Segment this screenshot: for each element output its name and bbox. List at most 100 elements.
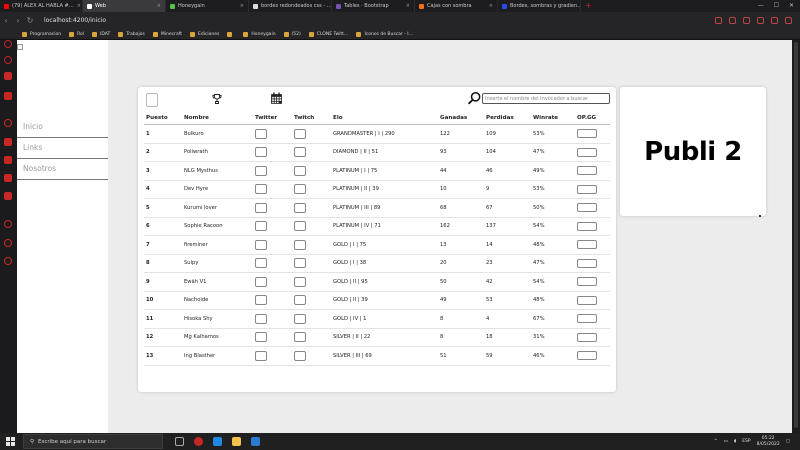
twitch-button[interactable]	[294, 295, 306, 306]
chevron-up-icon[interactable]: ^	[714, 439, 718, 444]
ad-banner[interactable]: Publi 2	[620, 87, 766, 217]
bookmark-item[interactable]: Minecraft	[152, 31, 182, 37]
vscode-icon[interactable]	[251, 437, 260, 446]
reload-icon[interactable]: ↻	[24, 16, 36, 25]
bookmark-item[interactable]: Rol	[69, 31, 84, 37]
back-icon[interactable]: ‹	[0, 16, 12, 25]
opgg-button[interactable]	[577, 147, 597, 157]
twitch-button[interactable]	[294, 276, 306, 287]
forward-icon[interactable]: ›	[12, 16, 24, 25]
tab-close-icon[interactable]: ×	[240, 3, 244, 9]
tab-close-icon[interactable]: ×	[77, 3, 81, 9]
twitter-button[interactable]	[255, 239, 267, 250]
task-view-icon[interactable]	[175, 437, 184, 446]
browser-tab[interactable]: Web ×	[83, 0, 166, 12]
close-icon[interactable]: ✕	[789, 0, 794, 12]
store-icon[interactable]	[213, 437, 222, 446]
opera-gx-icon[interactable]	[194, 437, 203, 446]
twitch-button[interactable]	[294, 221, 306, 232]
volume-icon[interactable]: ◖	[734, 439, 736, 444]
twitter-button[interactable]	[255, 128, 267, 139]
url-field[interactable]: localhost:4200/inicio	[44, 17, 106, 24]
tab-close-icon[interactable]: ×	[489, 3, 493, 9]
twitch-button[interactable]	[294, 202, 306, 213]
twitch-button[interactable]	[294, 350, 306, 361]
opgg-button[interactable]	[577, 221, 597, 231]
twitter-button[interactable]	[255, 313, 267, 324]
twitch-button[interactable]	[294, 332, 306, 343]
trophy-icon[interactable]	[211, 93, 223, 105]
extensions-icon[interactable]	[757, 17, 764, 24]
opgg-button[interactable]	[577, 314, 597, 324]
browser-tab[interactable]: (79) ALEX AL HABLA #… ×	[0, 0, 83, 12]
opgg-button[interactable]	[577, 351, 597, 361]
twitter-button[interactable]	[255, 202, 267, 213]
twitter-button[interactable]	[255, 332, 267, 343]
opgg-button[interactable]	[577, 203, 597, 213]
history-icon[interactable]	[4, 220, 12, 228]
browser-tab[interactable]: Tables · Bootstrap ×	[332, 0, 415, 12]
opgg-button[interactable]	[577, 277, 597, 287]
twitter-button[interactable]	[255, 221, 267, 232]
clock[interactable]: 05:22 8/05/2022	[757, 436, 780, 447]
whatsapp-icon[interactable]	[4, 138, 12, 146]
file-explorer-icon[interactable]	[232, 437, 241, 446]
new-tab-button[interactable]: +	[581, 0, 596, 12]
language-indicator[interactable]: ESP	[742, 439, 750, 444]
opgg-button[interactable]	[577, 332, 597, 342]
bookmark-item[interactable]: Programacion	[22, 31, 61, 37]
bookmark-item[interactable]: CLONE Twitt…	[308, 31, 348, 37]
maximize-icon[interactable]: ☐	[774, 0, 779, 12]
nav-link-inicio[interactable]: Inicio	[17, 117, 108, 138]
twitch-button[interactable]	[294, 128, 306, 139]
summoner-search-input[interactable]	[482, 93, 610, 104]
browser-tab[interactable]: Bordes, sombras y gradien…×	[498, 0, 581, 12]
tab-close-icon[interactable]: ×	[157, 3, 161, 9]
opgg-button[interactable]	[577, 240, 597, 250]
heart-icon[interactable]	[729, 17, 736, 24]
settings-icon[interactable]	[4, 257, 12, 265]
twitter-button[interactable]	[255, 276, 267, 287]
header-checkbox[interactable]	[146, 93, 158, 107]
opgg-button[interactable]	[577, 166, 597, 176]
twitch-button[interactable]	[294, 184, 306, 195]
taskbar-search[interactable]: ⚲ Escribe aquí para buscar	[23, 434, 163, 449]
opgg-button[interactable]	[577, 258, 597, 268]
browser-tab[interactable]: Honeygain ×	[166, 0, 249, 12]
bookmark-item[interactable]: Trabajos	[118, 31, 145, 37]
search-icon[interactable]	[468, 91, 482, 105]
bookmark-item[interactable]: (52)	[283, 31, 301, 37]
opgg-button[interactable]	[577, 184, 597, 194]
tab-close-icon[interactable]: ×	[406, 3, 410, 9]
instagram-icon[interactable]	[4, 156, 12, 164]
opgg-button[interactable]	[577, 295, 597, 305]
star-icon[interactable]	[4, 56, 12, 64]
twitter-button[interactable]	[255, 147, 267, 158]
browser-tab[interactable]: bordes redondeados css - …×	[249, 0, 332, 12]
clock-icon[interactable]	[4, 239, 12, 247]
twitch-button[interactable]	[294, 147, 306, 158]
bookmark-item[interactable]: Iconos de Buscar - I…	[356, 31, 413, 37]
nav-link-links[interactable]: Links	[17, 138, 108, 159]
twitter-button[interactable]	[255, 184, 267, 195]
bookmark-item[interactable]: IDAT	[92, 31, 110, 37]
browser-tab[interactable]: Cajas con sombra ×	[415, 0, 498, 12]
opgg-button[interactable]	[577, 129, 597, 139]
twitter-icon[interactable]	[4, 174, 12, 182]
twitter-button[interactable]	[255, 258, 267, 269]
camera-icon[interactable]	[715, 17, 722, 24]
tv-icon[interactable]	[4, 192, 12, 200]
menu-icon[interactable]	[785, 17, 792, 24]
shop-icon[interactable]	[4, 72, 12, 80]
network-icon[interactable]: ▭	[724, 439, 728, 444]
home-icon[interactable]	[4, 40, 12, 48]
twitter-button[interactable]	[255, 295, 267, 306]
twitter-button[interactable]	[255, 350, 267, 361]
calendar-icon[interactable]	[270, 92, 283, 105]
windows-start-icon[interactable]	[6, 437, 15, 446]
twitch-button[interactable]	[294, 165, 306, 176]
bookmark-item[interactable]: Ediciones	[190, 31, 219, 37]
twitch-button[interactable]	[294, 313, 306, 324]
box-icon[interactable]	[743, 17, 750, 24]
twitch-button[interactable]	[294, 258, 306, 269]
